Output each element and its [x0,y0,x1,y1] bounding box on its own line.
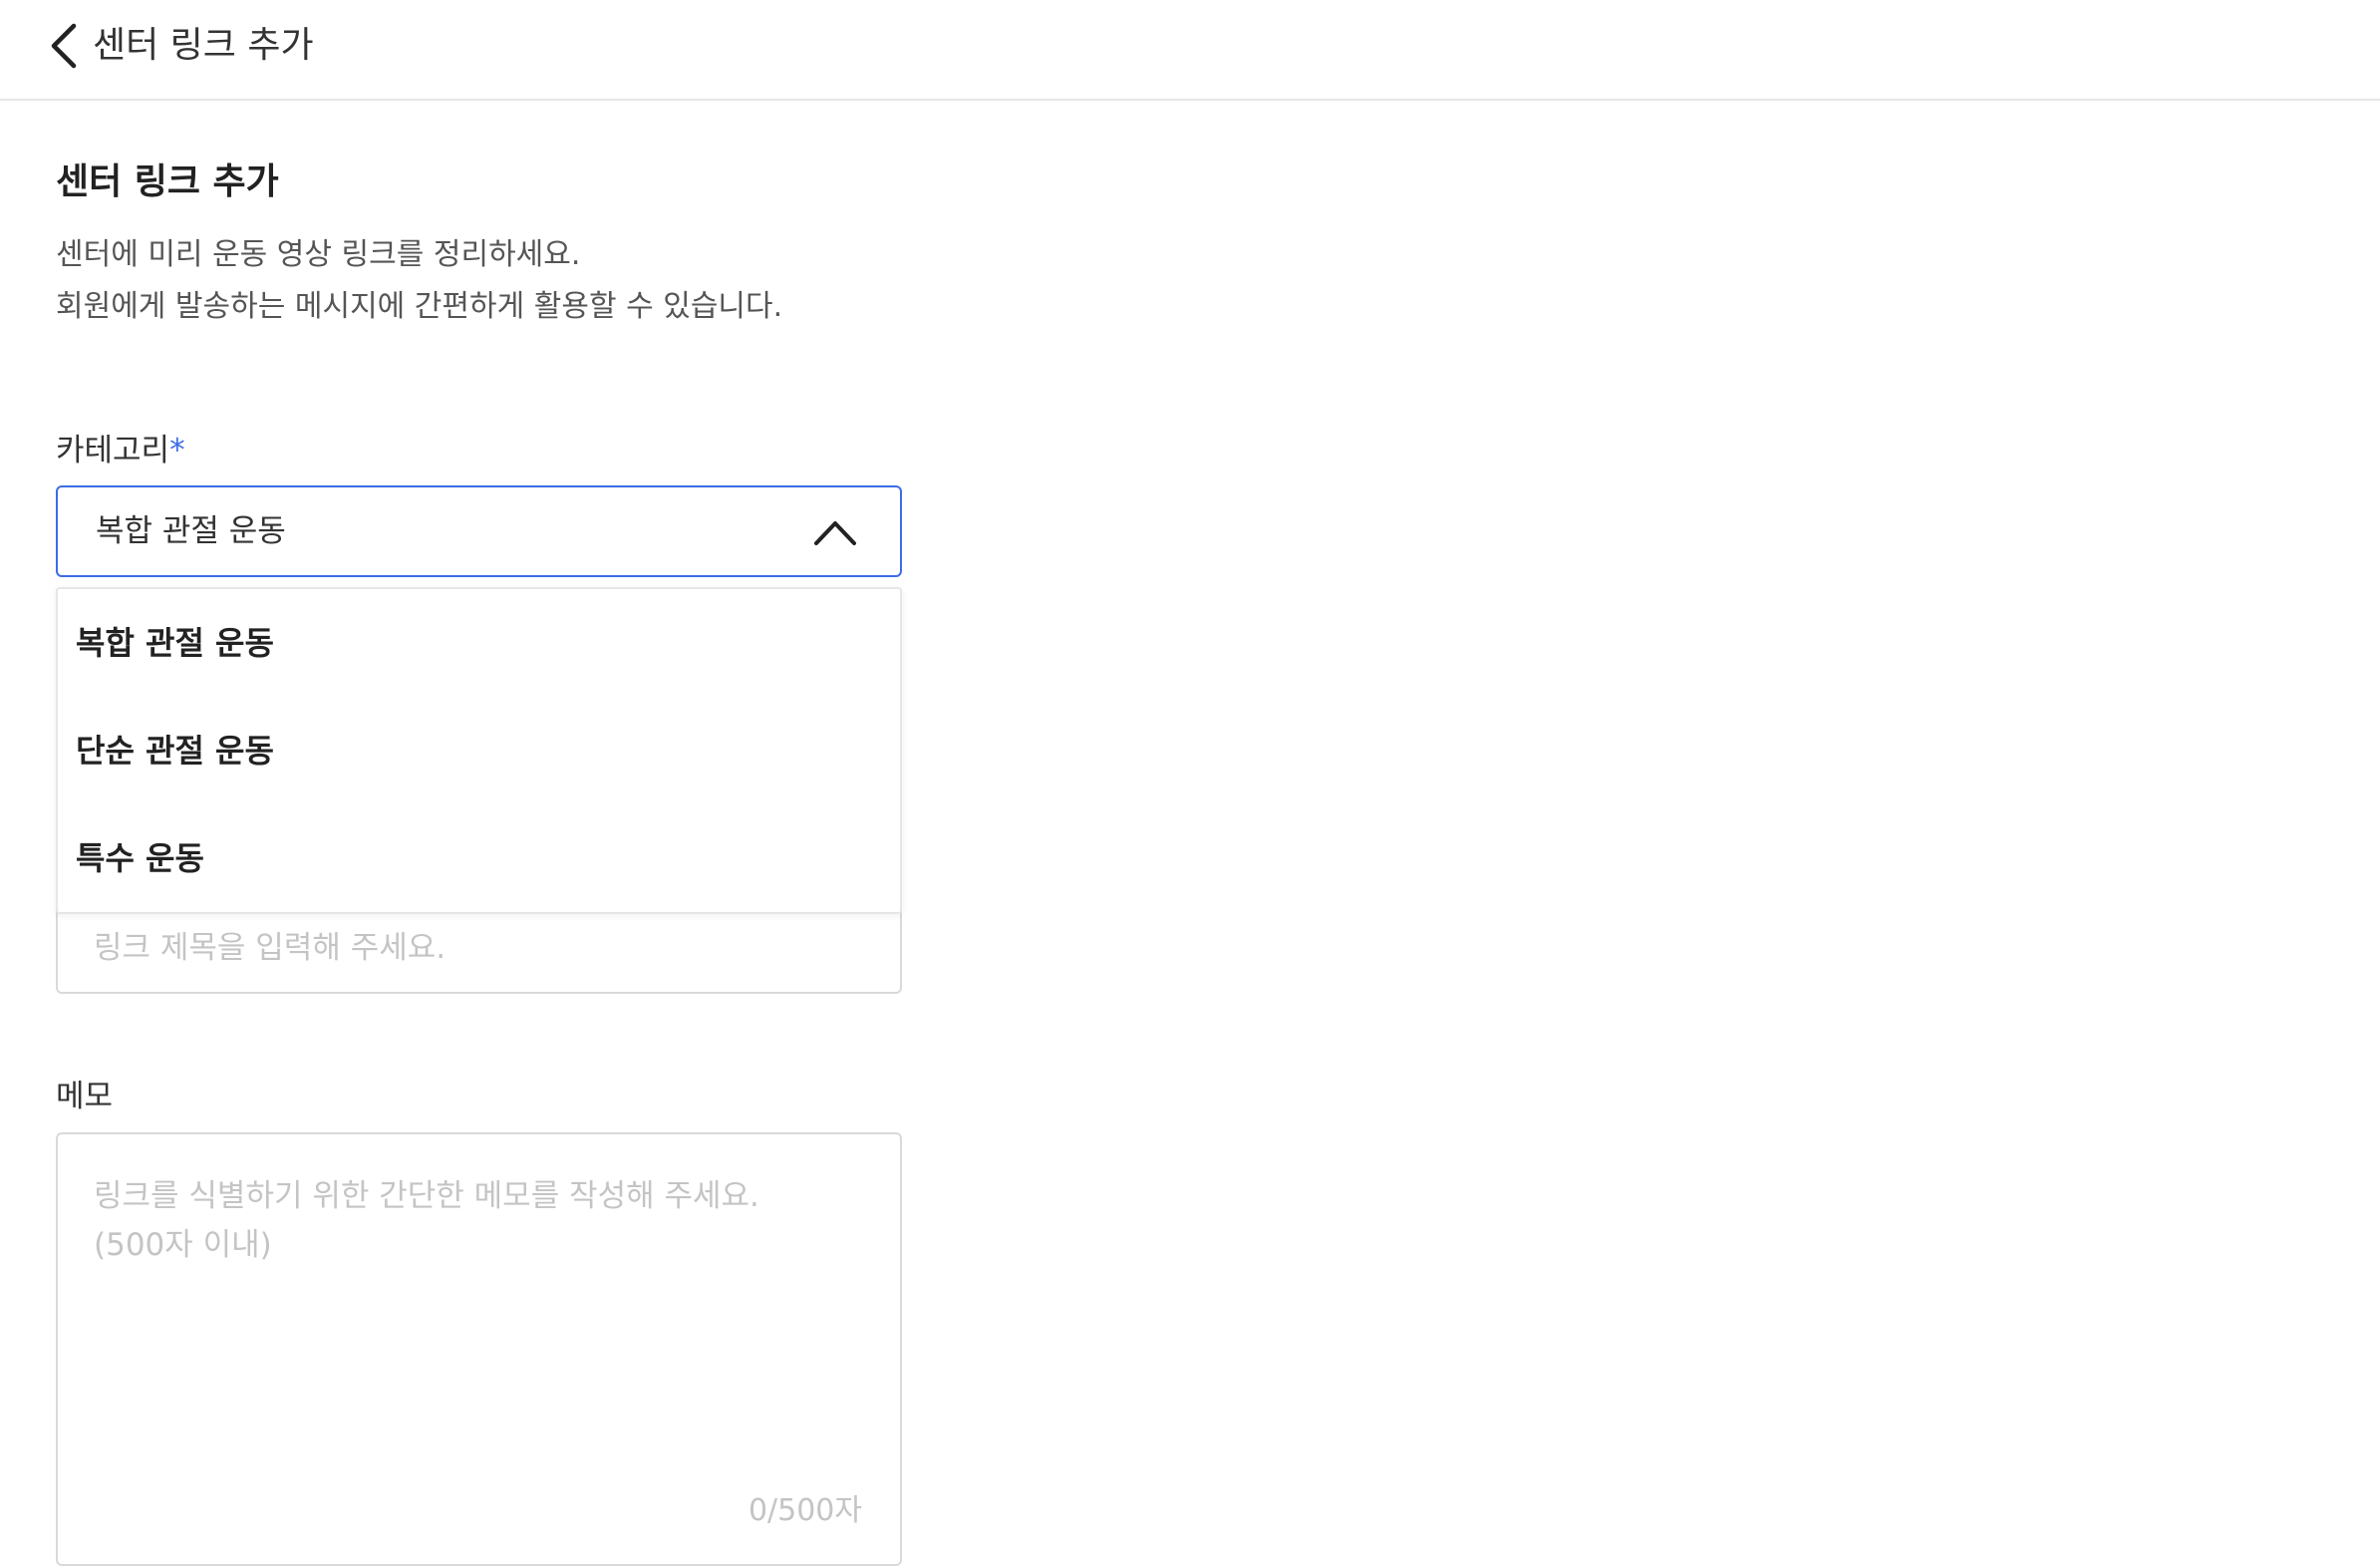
page-description-line-2: 회원에게 발송하는 메시지에 간편하게 활용할 수 있습니다. [56,289,783,324]
category-dropdown-menu: 복합 관절 운동 단순 관절 운동 특수 운동 [56,587,902,914]
page-description-line-1: 센터에 미리 운동 영상 링크를 정리하세요. [56,237,581,272]
category-option-label: 특수 운동 [76,839,204,877]
memo-char-counter: 0/500자 [747,1493,862,1528]
category-option[interactable]: 단순 관절 운동 [58,697,900,804]
category-select[interactable]: 복합 관절 운동 [56,485,902,577]
category-option[interactable]: 복합 관절 운동 [58,589,900,697]
top-bar: 센터 링크 추가 [0,0,2380,101]
page-title: 센터 링크 추가 [56,161,279,202]
required-mark: * [169,433,185,469]
memo-label: 메모 [56,1079,114,1114]
chevron-up-icon [814,521,856,545]
category-option-label: 복합 관절 운동 [76,624,274,662]
category-selected-value: 복합 관절 운동 [96,513,286,549]
chevron-left-icon [51,23,77,69]
category-option[interactable]: 특수 운동 [58,804,900,912]
header-title: 센터 링크 추가 [93,25,314,66]
memo-textarea[interactable] [94,1172,861,1421]
back-button[interactable] [44,20,86,72]
link-title-input[interactable] [94,926,851,970]
category-label-text: 카테고리 [56,433,170,469]
memo-field[interactable]: 0/500자 [56,1132,902,1566]
category-option-label: 단순 관절 운동 [76,732,274,770]
category-label: 카테고리* [56,429,185,472]
